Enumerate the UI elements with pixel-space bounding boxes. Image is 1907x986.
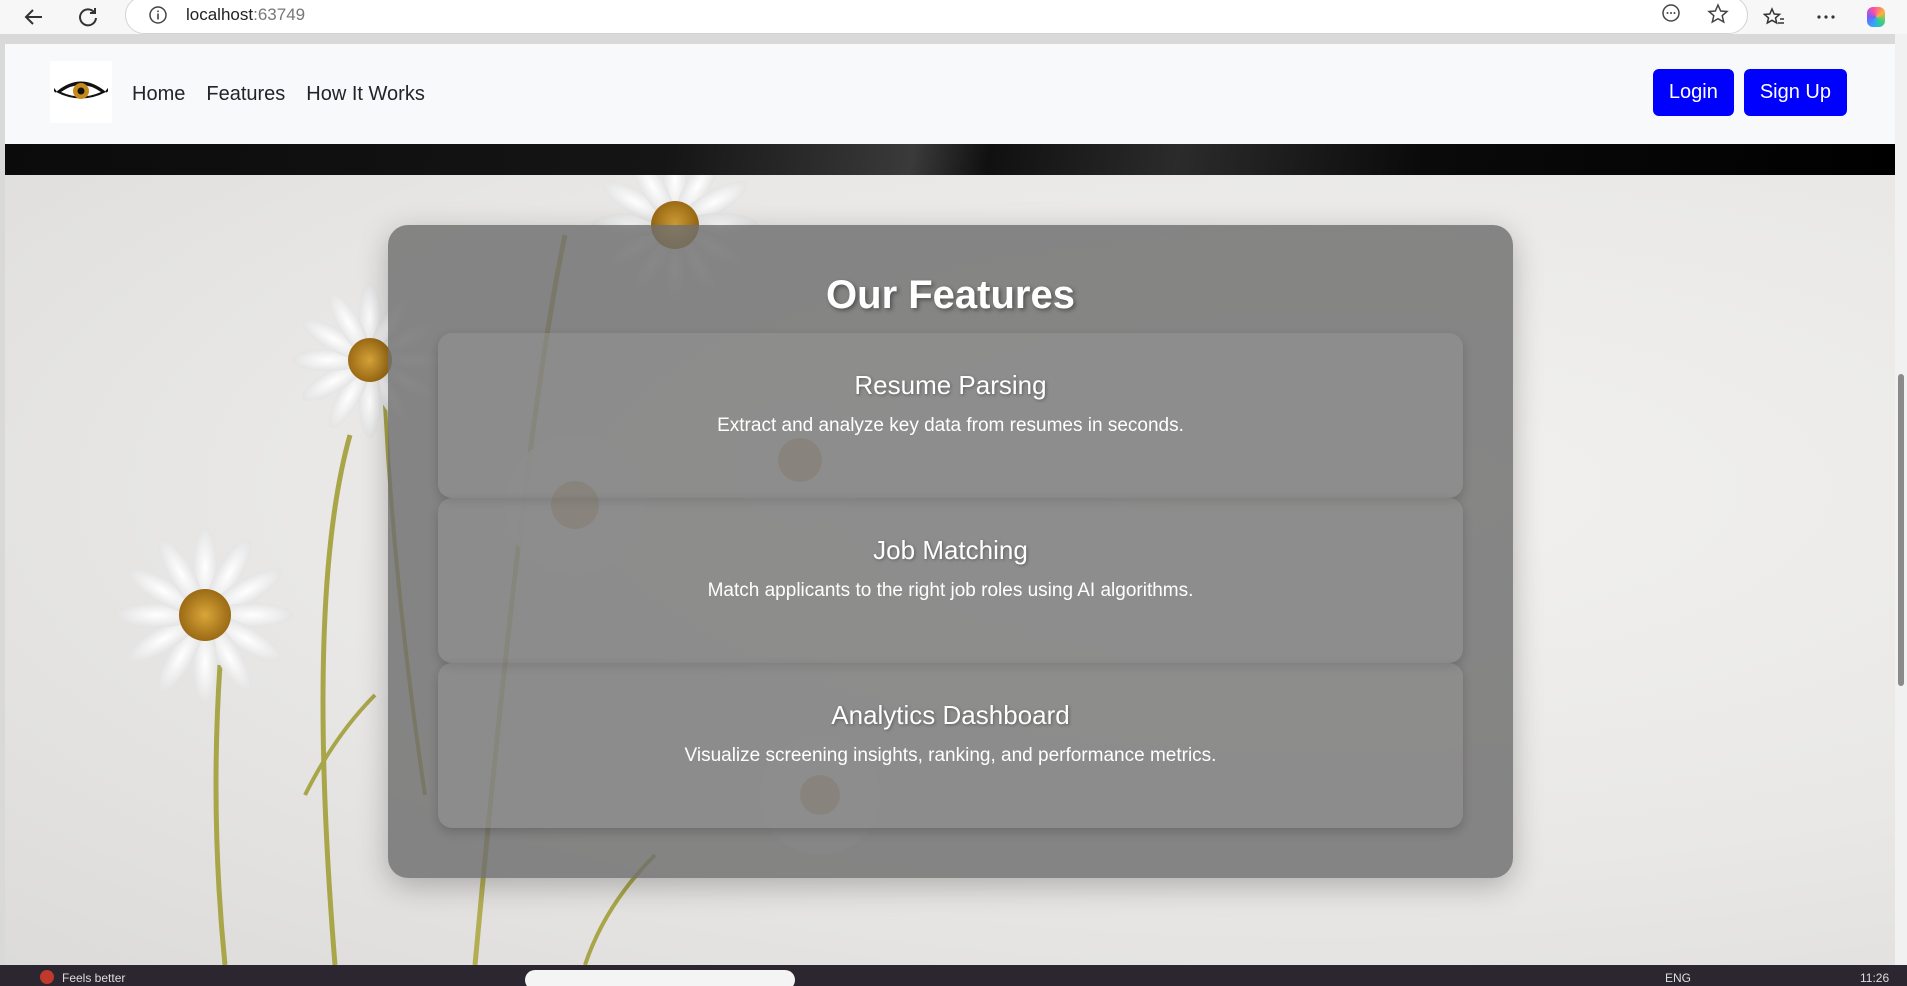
refresh-button[interactable]: [70, 2, 106, 32]
copilot-icon[interactable]: [1867, 7, 1885, 27]
favorites-icon[interactable]: [1763, 6, 1785, 28]
page-viewport: Home Features How It Works Login Sign Up: [0, 34, 1907, 965]
nav-link-home[interactable]: Home: [132, 83, 185, 106]
favorite-star-icon[interactable]: [1707, 3, 1729, 25]
feature-card-description: Match applicants to the right job roles …: [707, 580, 1194, 601]
feature-card-title: Resume Parsing: [854, 370, 1047, 400]
url-host: localhost: [186, 5, 254, 24]
feature-card-job-matching: Job Matching Match applicants to the rig…: [438, 498, 1463, 663]
site-logo[interactable]: [50, 61, 112, 123]
scrollbar-thumb[interactable]: [1898, 374, 1904, 686]
feature-card-title: Analytics Dashboard: [831, 700, 1070, 730]
nav-link-features[interactable]: Features: [206, 83, 285, 106]
feature-card-description: Visualize screening insights, ranking, a…: [684, 745, 1217, 766]
refresh-icon: [79, 8, 97, 27]
weather-text[interactable]: Feels better: [62, 971, 125, 985]
feature-card-resume-parsing: Resume Parsing Extract and analyze key d…: [438, 333, 1463, 498]
back-arrow-icon: [24, 9, 42, 25]
feature-card-title: Job Matching: [873, 535, 1028, 565]
url-text: localhost:63749: [186, 5, 305, 25]
nav-link-how-it-works[interactable]: How It Works: [306, 83, 425, 106]
feature-card-description: Extract and analyze key data from resume…: [717, 415, 1184, 436]
site-navbar: Home Features How It Works Login Sign Up: [5, 44, 1895, 144]
hero-image-strip: [5, 144, 1895, 175]
clock[interactable]: 11:26: [1860, 971, 1889, 985]
taskbar-search[interactable]: [525, 970, 795, 986]
back-button[interactable]: [16, 2, 52, 32]
features-section: Our Features Resume Parsing Extract and …: [388, 225, 1513, 878]
language-indicator[interactable]: ENG: [1665, 971, 1691, 985]
more-options-icon[interactable]: [1815, 6, 1837, 28]
login-button[interactable]: Login: [1652, 69, 1734, 116]
os-taskbar: Feels better ENG 11:26: [0, 965, 1907, 986]
site-info-icon[interactable]: [148, 5, 168, 25]
features-heading: Our Features: [826, 273, 1075, 317]
browser-toolbar: localhost:63749: [0, 0, 1907, 34]
eye-logo-icon: [54, 81, 108, 99]
url-port: :63749: [253, 5, 306, 24]
feature-card-analytics-dashboard: Analytics Dashboard Visualize screening …: [438, 663, 1463, 828]
signup-button[interactable]: Sign Up: [1743, 69, 1847, 116]
address-bar[interactable]: localhost:63749: [125, 0, 1748, 34]
weather-icon[interactable]: [40, 970, 54, 984]
reader-icon[interactable]: [1661, 3, 1681, 23]
page-scrollbar[interactable]: [1895, 34, 1907, 965]
